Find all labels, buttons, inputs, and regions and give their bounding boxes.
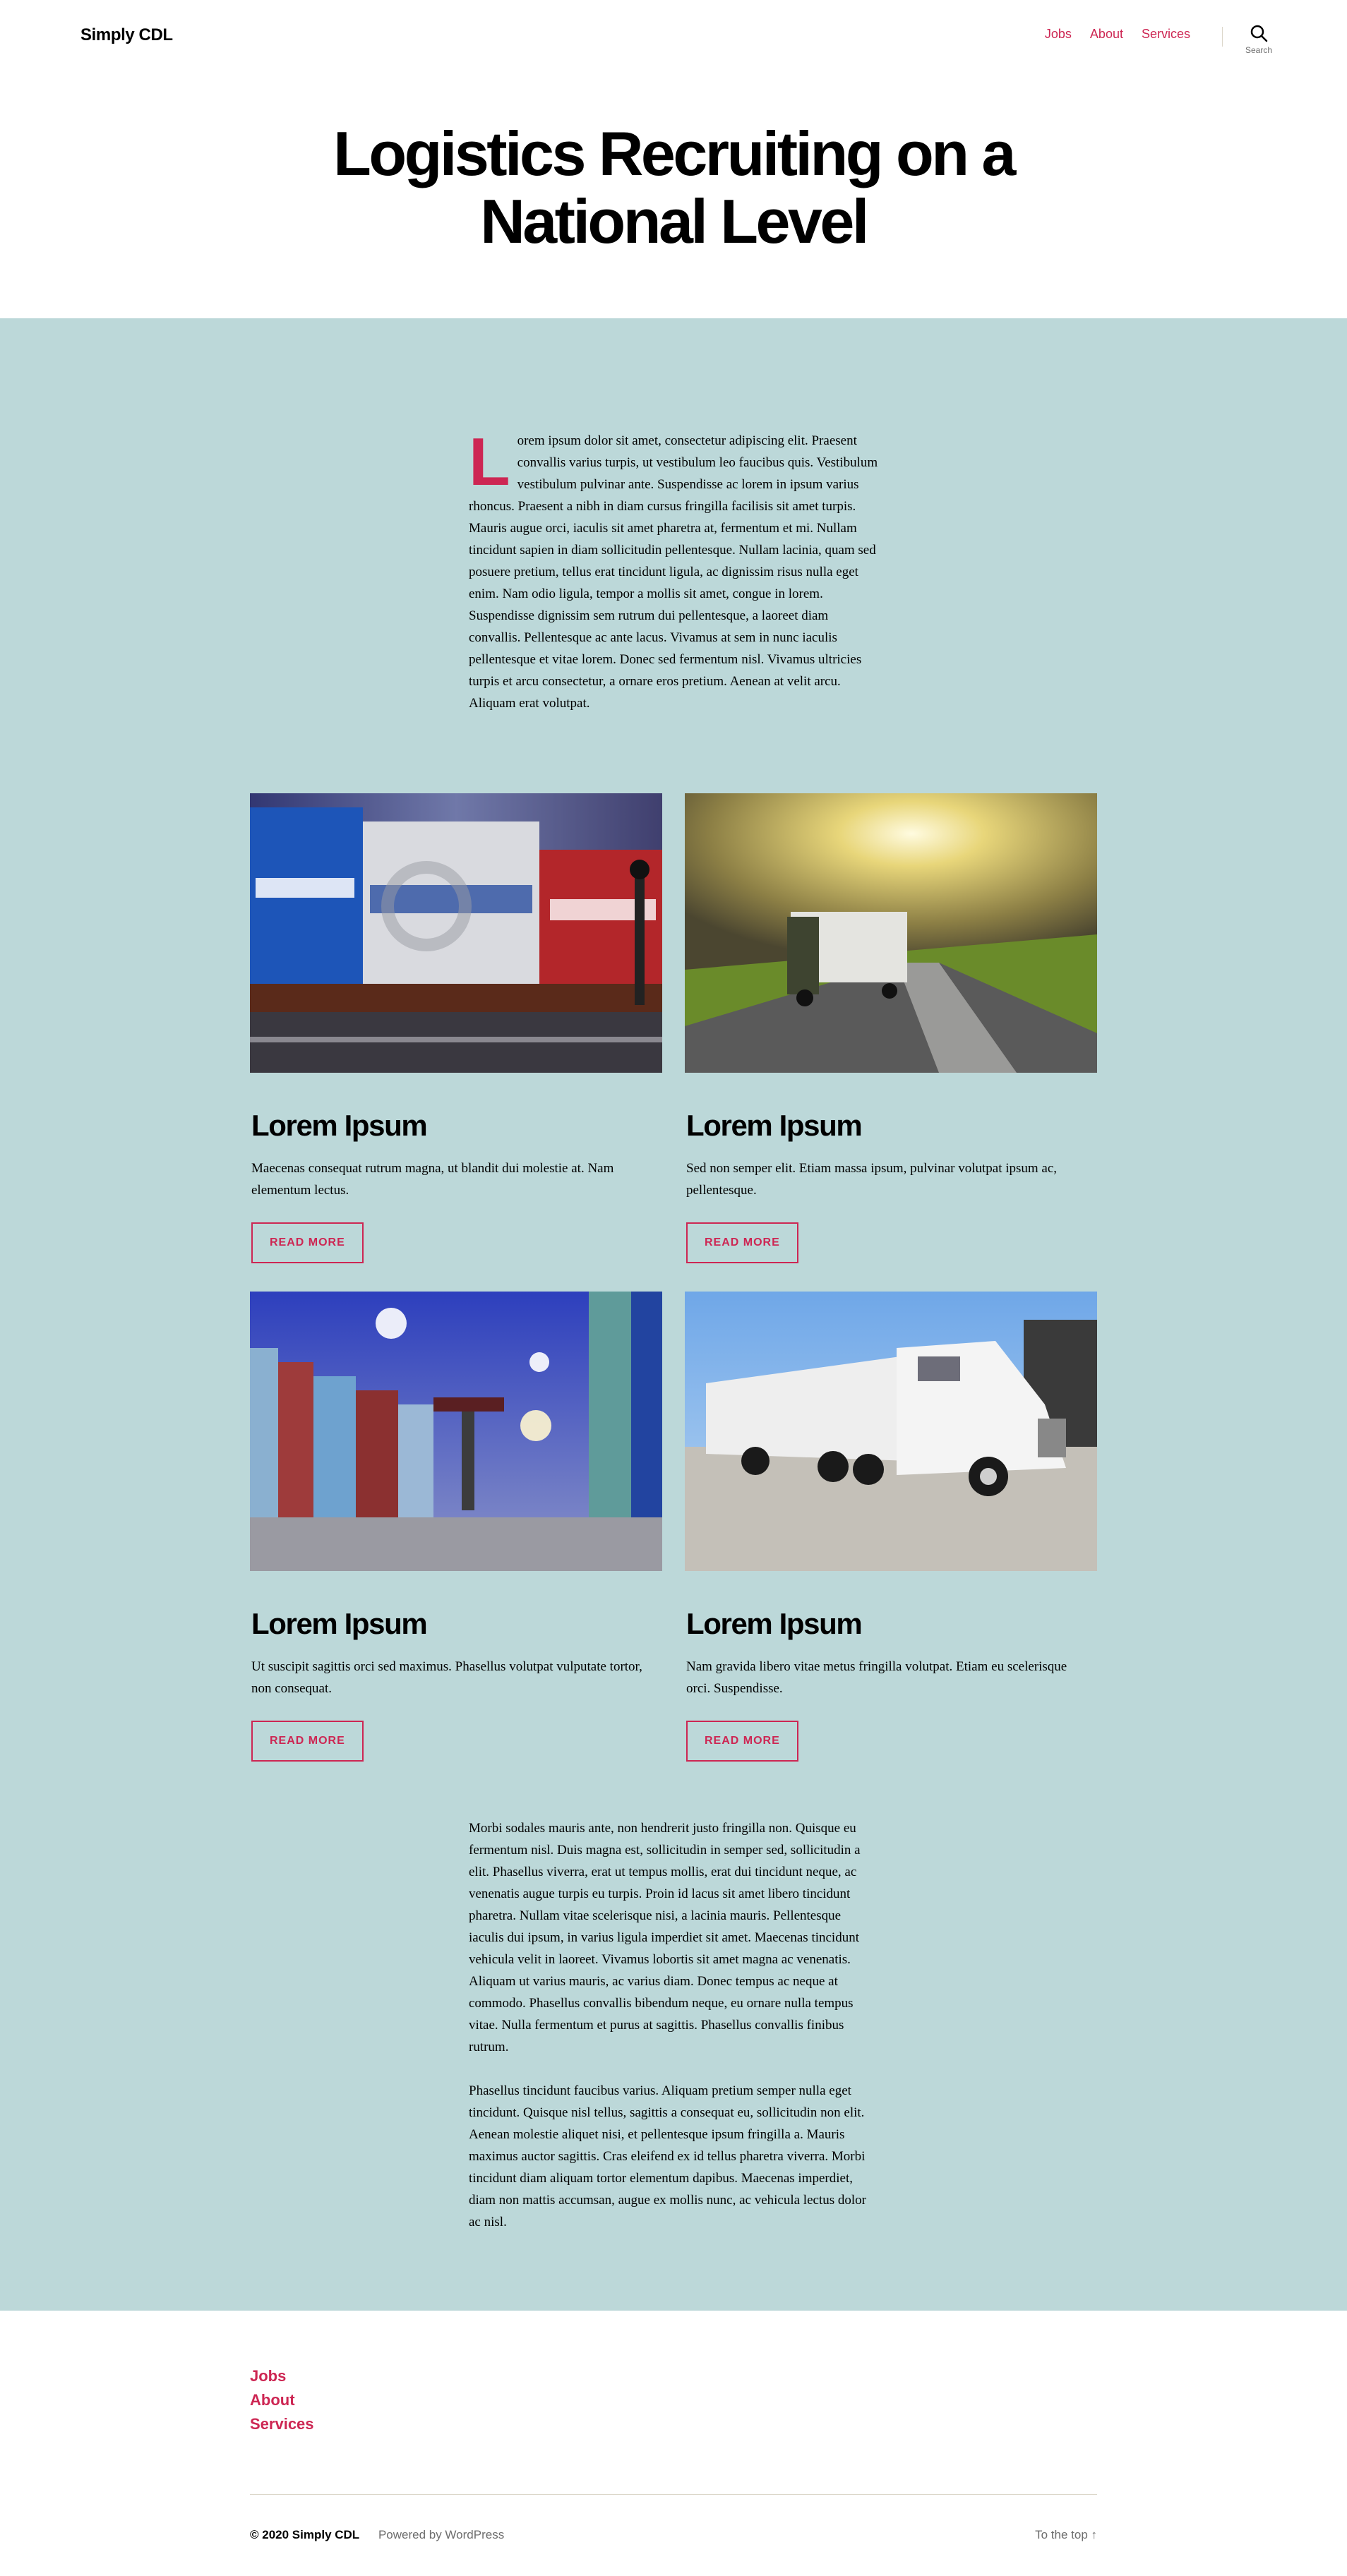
card-text: Nam gravida libero vitae metus fringilla… [686,1659,1067,1696]
white-semi-truck-image [685,1292,1097,1571]
footer-nav-item-jobs[interactable]: Jobs [250,2364,314,2388]
search-label: Search [1245,45,1273,55]
nav-item-jobs[interactable]: Jobs [1045,27,1072,42]
card-title: Lorem Ipsum [251,1607,428,1640]
card-text: Ut suscipit sagittis orci sed maximus. P… [251,1659,642,1696]
footer-nav-item-about[interactable]: About [250,2388,314,2412]
footer-nav-item-services[interactable]: Services [250,2412,314,2436]
highway-truck-image [685,793,1097,1073]
drop-cap: L [469,424,510,500]
outro-text: Morbi sodales mauris ante, non hendrerit… [469,1817,878,2233]
primary-nav: Jobs About Services [1045,27,1190,42]
card-text: Maecenas consequat rutrum magna, ut blan… [251,1161,614,1198]
outro-paragraph: Morbi sodales mauris ante, non hendrerit… [469,1821,861,2054]
intro-paragraph: L orem ipsum dolor sit amet, consectetur… [469,424,878,714]
nav-divider [1222,27,1223,47]
read-more-button[interactable]: READ MORE [686,1721,798,1762]
search-icon [1250,25,1268,42]
footer-credits: © 2020 Simply CDL Powered by WordPress [250,2528,504,2542]
read-more-button[interactable]: READ MORE [686,1222,798,1263]
site-title[interactable]: Simply CDL [80,25,173,45]
read-more-button[interactable]: READ MORE [251,1721,364,1762]
footer-divider [250,2494,1097,2495]
to-the-top-link[interactable]: To the top ↑ [1035,2528,1097,2542]
cargo-train-image [250,793,662,1073]
copyright[interactable]: © 2020 Simply CDL [250,2528,359,2541]
outro-paragraph: Phasellus tincidunt faucibus varius. Ali… [469,2083,866,2229]
read-more-button[interactable]: READ MORE [251,1222,364,1263]
site-header: Simply CDL Jobs About Services Search [0,0,1347,71]
feature-card: Lorem Ipsum Maecenas consequat rutrum ma… [250,793,662,1263]
feature-card: Lorem Ipsum Nam gravida libero vitae met… [685,1292,1097,1762]
footer-nav: Jobs About Services [250,2364,314,2436]
intro-text: orem ipsum dolor sit amet, consectetur a… [469,433,878,711]
nav-item-services[interactable]: Services [1142,27,1190,42]
powered-by-link[interactable]: Powered by WordPress [378,2528,504,2541]
card-text: Sed non semper elit. Etiam massa ipsum, … [686,1161,1058,1198]
card-title: Lorem Ipsum [686,1109,863,1142]
feature-card: Lorem Ipsum Sed non semper elit. Etiam m… [685,793,1097,1263]
nav-item-about[interactable]: About [1090,27,1123,42]
card-title: Lorem Ipsum [686,1607,863,1640]
container-port-image [250,1292,662,1571]
search-button[interactable]: Search [1240,24,1278,59]
feature-card: Lorem Ipsum Ut suscipit sagittis orci se… [250,1292,662,1762]
page-title: Logistics Recruiting on a National Level [333,119,1016,256]
card-title: Lorem Ipsum [251,1109,428,1142]
